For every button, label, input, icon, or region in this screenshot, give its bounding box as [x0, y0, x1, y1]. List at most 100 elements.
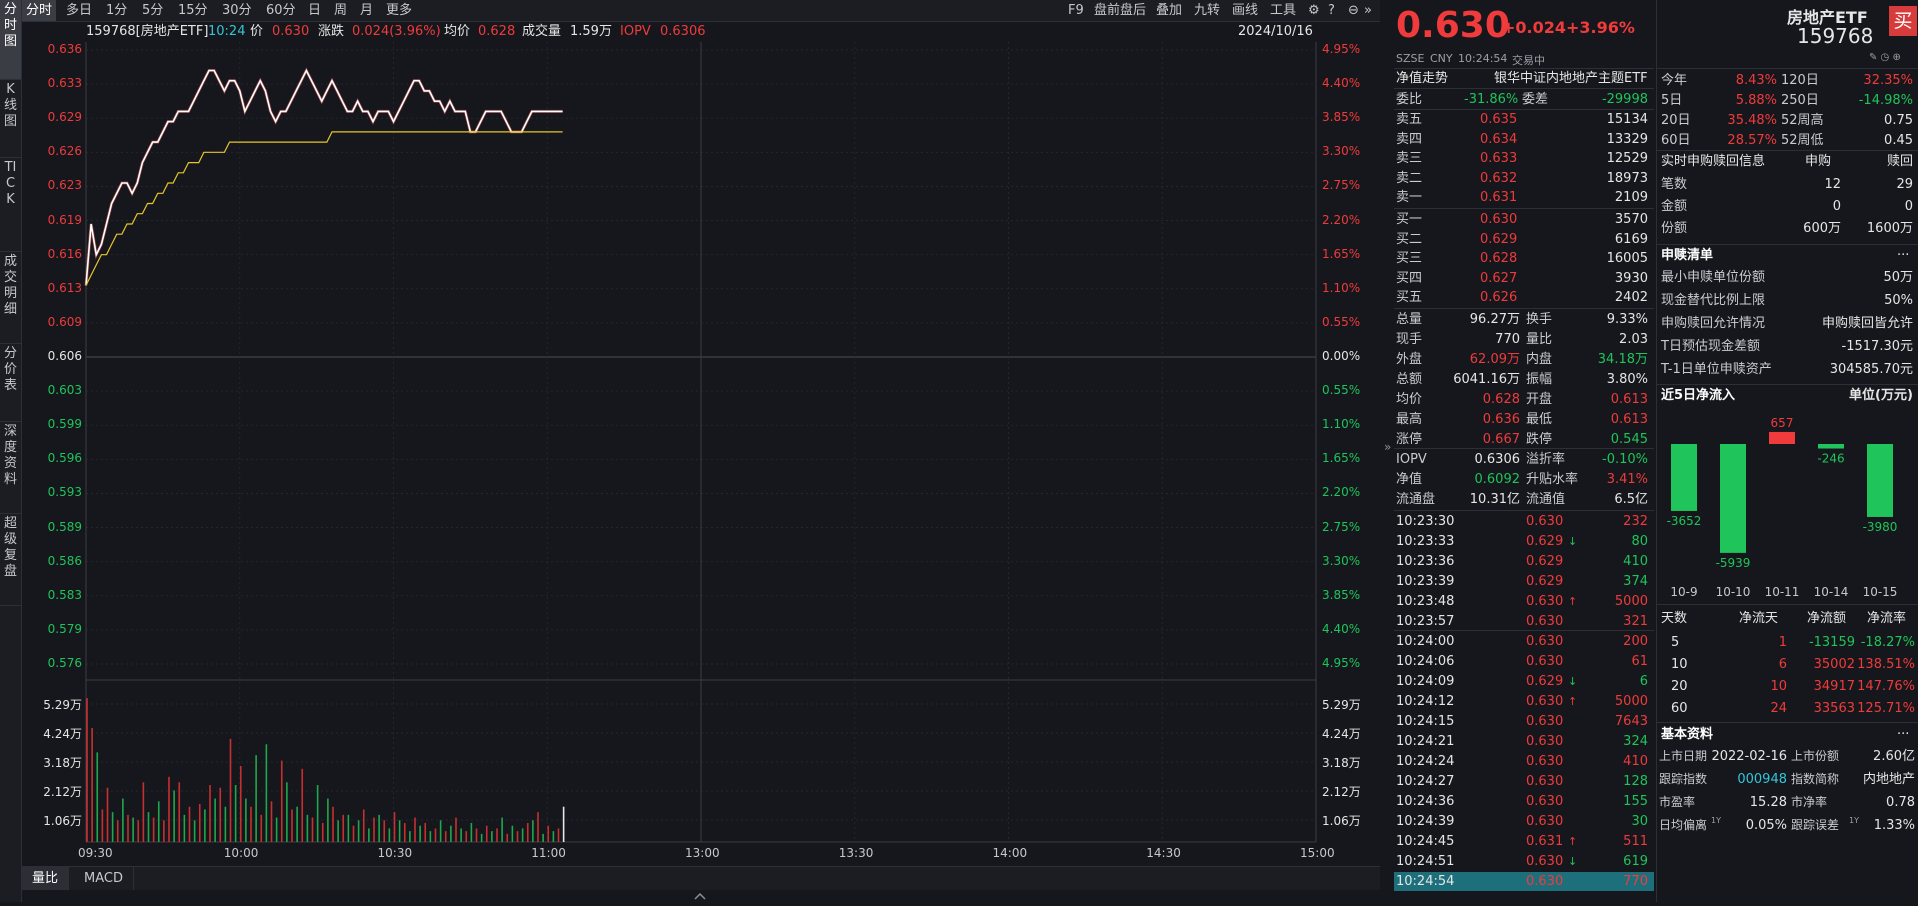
vtab-minute-chart[interactable]: 分时图	[0, 0, 21, 80]
ask-level[interactable]: 卖五 0.635 15134	[1394, 110, 1654, 129]
intraday-chart[interactable]: 0.636 0.633 0.629 0.626 0.623 0.619 0.616 0.613…	[22, 42, 1380, 862]
creation-list-more-icon[interactable]: ···	[1897, 245, 1909, 266]
bid-level[interactable]: 买五 0.626 2402	[1394, 288, 1654, 307]
nav-trend-row[interactable]: 净值走势 银华中证内地地产主题ETF	[1394, 69, 1654, 88]
basics-more-icon[interactable]: ···	[1897, 724, 1909, 745]
time-tick-label: 11:00	[531, 846, 566, 860]
tick-row[interactable]: 10:23:33 0.629 ↓ 80	[1394, 532, 1654, 551]
subscription-title: 实时申购赎回信息	[1661, 154, 1766, 169]
tools-button[interactable]: 工具	[1266, 0, 1300, 21]
stat-row: 最高 0.636 最低 0.613	[1394, 410, 1654, 429]
tab-volume-ratio[interactable]: 量比	[22, 867, 70, 890]
vtab-depth-data[interactable]: 深度资料	[0, 422, 21, 514]
nine-turn-button[interactable]: 九转	[1190, 0, 1224, 21]
tick-row[interactable]: 10:24:27 0.630 128	[1394, 772, 1654, 791]
vtab-price-table[interactable]: 分价表	[0, 344, 21, 422]
tick-row[interactable]: 10:24:24 0.630 410	[1394, 752, 1654, 771]
price-tick-label: 0.623	[47, 178, 82, 193]
perf-label: 5日	[1661, 93, 1683, 108]
nav-trend-label[interactable]: 净值走势	[1396, 69, 1448, 88]
period-week-button[interactable]: 周	[330, 0, 351, 21]
subscription-row: 金额 0 0	[1657, 196, 1918, 217]
tick-row[interactable]: 10:24:15 0.630 7643	[1394, 712, 1654, 731]
tick-row[interactable]: 10:23:57 0.630 321	[1394, 612, 1654, 631]
period-1min-button[interactable]: 1分	[102, 0, 131, 21]
tick-row[interactable]: 10:24:00 0.630 200	[1394, 632, 1654, 651]
tick-row[interactable]: 10:24:12 0.630 ↑ 5000	[1394, 692, 1654, 711]
vtab-kline[interactable]: K线图	[0, 80, 21, 158]
iopv-value: 0.6306	[660, 24, 706, 39]
draw-line-button[interactable]: 画线	[1228, 0, 1262, 21]
ask-level[interactable]: 卖一 0.631 2109	[1394, 188, 1654, 207]
volume-label: 成交量	[522, 24, 562, 39]
tick-price: 0.630	[1526, 874, 1564, 889]
tick-time: 10:23:36	[1396, 554, 1455, 569]
tick-row[interactable]: 10:24:51 0.630 ↓ 619	[1394, 852, 1654, 871]
stat-label: 总额	[1396, 372, 1423, 387]
premarket-button[interactable]: 盘前盘后	[1090, 0, 1150, 21]
netflow-rate: 147.76%	[1857, 679, 1915, 694]
chart-scroll-handle[interactable]	[650, 890, 750, 902]
tick-price: 0.630	[1526, 854, 1564, 869]
vtab-tick[interactable]: TICK	[0, 158, 21, 252]
basics-row: 跟踪指数 000948 指数简称 内地地产	[1657, 769, 1918, 790]
bid-level[interactable]: 买一 0.630 3570	[1394, 210, 1654, 229]
ask-level[interactable]: 卖四 0.634 13329	[1394, 130, 1654, 149]
tick-row[interactable]: 10:23:36 0.629 410	[1394, 552, 1654, 571]
tick-row[interactable]: 10:24:36 0.630 155	[1394, 792, 1654, 811]
bid-level[interactable]: 买四 0.627 3930	[1394, 269, 1654, 288]
bid-volume: 3570	[1614, 212, 1648, 227]
stat-label: 溢折率	[1526, 452, 1566, 467]
f9-button[interactable]: F9	[1064, 0, 1088, 21]
period-day-button[interactable]: 日	[304, 0, 325, 21]
tick-row[interactable]: 10:23:39 0.629 374	[1394, 572, 1654, 591]
tick-row[interactable]: 10:23:30 0.630 232	[1394, 512, 1654, 531]
bid-volume: 2402	[1614, 290, 1648, 305]
tick-row[interactable]: 10:24:45 0.631 ↑ 511	[1394, 832, 1654, 851]
period-multiday-button[interactable]: 多日	[62, 0, 96, 21]
tick-volume: 5000	[1614, 694, 1648, 709]
tick-row[interactable]: 10:24:39 0.630 30	[1394, 812, 1654, 831]
buy-button[interactable]: 买	[1889, 6, 1917, 36]
toolbar-mini-icons[interactable]: ✎ ◷ ⊕	[1869, 52, 1901, 63]
help-icon[interactable]: ?	[1324, 0, 1339, 21]
vtab-trade-detail[interactable]: 成交明细	[0, 252, 21, 344]
period-15min-button[interactable]: 15分	[174, 0, 212, 21]
period-minute-button[interactable]: 分时	[22, 0, 57, 21]
period-month-button[interactable]: 月	[356, 0, 377, 21]
netflow-amount: 34917	[1813, 679, 1855, 694]
period-more-button[interactable]: 更多	[382, 0, 416, 21]
bid-level[interactable]: 买二 0.629 6169	[1394, 230, 1654, 249]
price-tick-label: 0.586	[47, 553, 82, 568]
period-60min-button[interactable]: 60分	[262, 0, 300, 21]
period-30min-button[interactable]: 30分	[218, 0, 256, 21]
stat-label: 现手	[1396, 332, 1423, 347]
tick-row[interactable]: 10:24:21 0.630 324	[1394, 732, 1654, 751]
netflow-table-row: 5 1 -13159 -18.27%	[1657, 632, 1918, 653]
period-5min-button[interactable]: 5分	[138, 0, 167, 21]
netflow-day-label: 10-14	[1814, 585, 1849, 599]
price-tick-label: 0.626	[47, 144, 82, 159]
stat-value: 0.613	[1610, 412, 1648, 427]
ask-level-label: 卖四	[1396, 131, 1423, 147]
volume-tick-label-right: 3.18万	[1322, 756, 1361, 770]
settings-gear-icon[interactable]: ⚙	[1304, 0, 1324, 21]
basics-value[interactable]: 000948	[1711, 769, 1787, 790]
chart-info-line: 159768[房地产ETF] 10:24 价 0.630 涨跌 0.024(3.…	[22, 22, 1380, 42]
vtab-super-review[interactable]: 超级复盘	[0, 514, 21, 606]
tick-row[interactable]: 10:24:06 0.630 61	[1394, 652, 1654, 671]
ask-level[interactable]: 卖二 0.632 18973	[1394, 169, 1654, 188]
intraday-chart-svg[interactable]	[22, 42, 1380, 862]
tick-row[interactable]: 10:23:48 0.630 ↑ 5000	[1394, 592, 1654, 611]
collapse-icon[interactable]: »	[1360, 0, 1376, 21]
ask-level-label: 卖一	[1396, 190, 1423, 205]
ask-level[interactable]: 卖三 0.633 12529	[1394, 149, 1654, 168]
overlay-button[interactable]: 叠加	[1152, 0, 1186, 21]
tick-row[interactable]: 10:24:54 0.630 770	[1394, 872, 1654, 891]
expand-panel-icon[interactable]: »	[1384, 440, 1391, 454]
tick-row[interactable]: 10:24:09 0.629 ↓ 6	[1394, 672, 1654, 691]
bid-level[interactable]: 买三 0.628 16005	[1394, 249, 1654, 268]
netflow-header: 近5日净流入 单位(万元)	[1657, 385, 1918, 406]
tick-price: 0.630	[1526, 814, 1564, 829]
tab-macd[interactable]: MACD	[74, 867, 134, 890]
